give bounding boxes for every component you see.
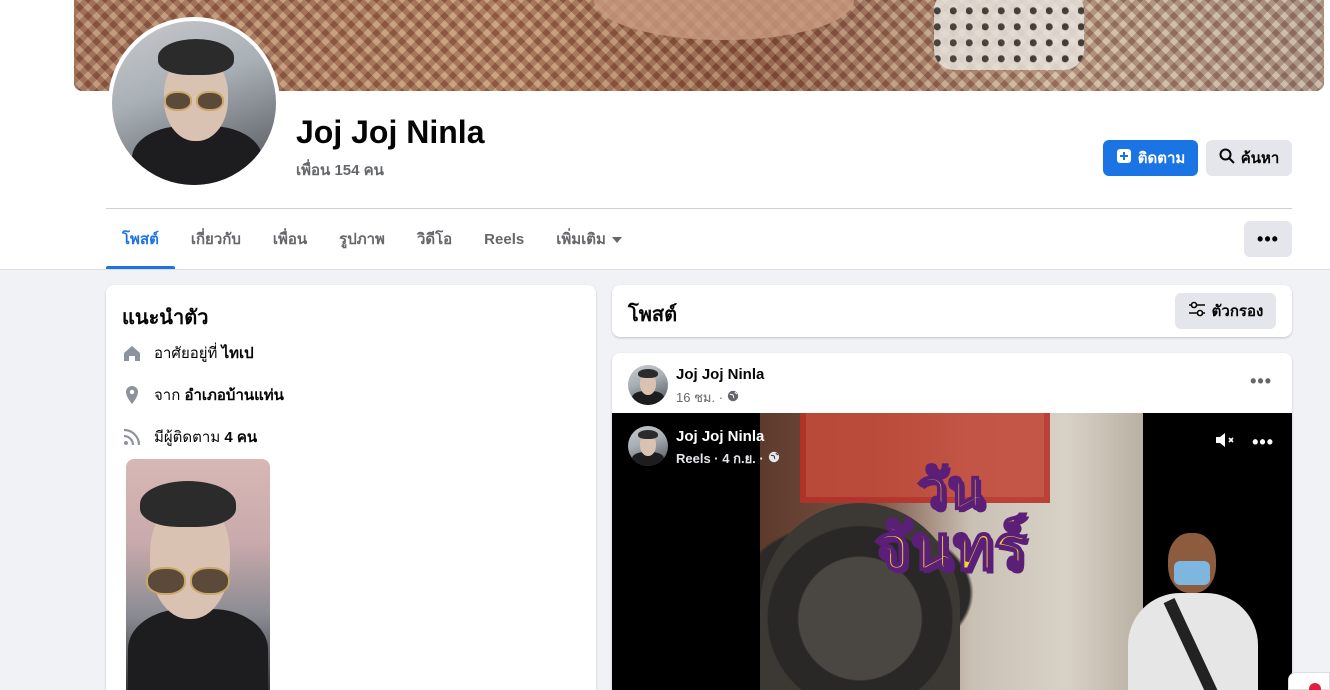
from-prefix: จาก	[154, 387, 185, 404]
profile-name: Joj Joj Ninla	[296, 114, 485, 150]
lives-value[interactable]: ไทเป	[222, 345, 254, 362]
reel-author-avatar[interactable]	[628, 426, 668, 466]
follow-plus-icon	[1116, 148, 1132, 168]
post-meta: 16 ชม. ·	[676, 387, 739, 408]
post-author-avatar[interactable]	[628, 365, 668, 405]
tab-reels[interactable]: Reels	[468, 210, 540, 268]
friends-count[interactable]: เพื่อน 154 คน	[296, 158, 384, 182]
video-controls: •••	[1214, 431, 1274, 454]
follow-button[interactable]: ติดตาม	[1103, 140, 1198, 176]
cover-leopard-fabric	[934, 0, 1084, 70]
profile-more-button[interactable]: •••	[1244, 221, 1292, 257]
from-value[interactable]: อำเภอบ้านแท่น	[184, 387, 283, 404]
cover-hand	[594, 0, 854, 40]
reel-menu-button[interactable]: •••	[1252, 432, 1274, 453]
profile-header: Joj Joj Ninla เพื่อน 154 คน ติดตาม ค้นหา…	[0, 0, 1330, 270]
notification-corner[interactable]	[1288, 672, 1330, 690]
tab-videos[interactable]: วิดีโอ	[401, 210, 468, 268]
intro-title: แนะนำตัว	[122, 307, 209, 329]
tab-about-label: เกี่ยวกับ	[190, 231, 241, 248]
tab-friends-label: เพื่อน	[272, 231, 308, 248]
featured-person	[126, 459, 270, 690]
followers-value[interactable]: 4 คน	[224, 429, 257, 446]
globe-icon	[727, 390, 739, 405]
posts-header-card: โพสต์ ตัวกรอง	[612, 285, 1292, 337]
tab-about[interactable]: เกี่ยวกับ	[175, 210, 257, 268]
caret-down-icon	[611, 237, 622, 243]
rss-followers-icon	[122, 427, 142, 447]
reel-date[interactable]: Reels · 4 ก.ย. ·	[676, 448, 764, 469]
search-label: ค้นหา	[1240, 150, 1280, 167]
filter-button[interactable]: ตัวกรอง	[1175, 293, 1276, 329]
search-button[interactable]: ค้นหา	[1206, 140, 1292, 176]
posts-title: โพสต์	[628, 304, 678, 326]
globe-icon	[768, 451, 780, 466]
intro-from-row: จาก อำเภอบ้านแท่น	[122, 383, 284, 407]
post-menu-button[interactable]: •••	[1250, 371, 1272, 392]
tab-more-label: เพิ่มเติม	[556, 231, 606, 248]
post-card: Joj Joj Ninla 16 ชม. · ••• วัน จันทร์ Jo…	[612, 353, 1292, 690]
profile-avatar[interactable]	[108, 17, 280, 189]
filter-sliders-icon	[1188, 301, 1206, 321]
location-pin-icon	[122, 385, 142, 405]
home-icon	[122, 343, 142, 363]
followers-prefix: มีผู้ติดตาม	[154, 429, 225, 446]
intro-lives-row: อาศัยอยู่ที่ ไทเป	[122, 341, 254, 365]
intro-followers-row: มีผู้ติดตาม 4 คน	[122, 425, 257, 449]
reel-author-name[interactable]: Joj Joj Ninla	[676, 428, 764, 445]
search-icon	[1219, 148, 1235, 168]
follow-label: ติดตาม	[1137, 150, 1186, 167]
reel-overlay-text: วัน จันทร์	[873, 458, 1028, 584]
tab-videos-label: วิดีโอ	[416, 231, 453, 248]
video-person	[1128, 533, 1258, 690]
header-divider	[106, 208, 1292, 209]
overlay-line2: จันทร์	[873, 511, 1028, 584]
profile-tabs: โพสต์ เกี่ยวกับ เพื่อน รูปภาพ วิดีโอ Ree…	[106, 210, 638, 270]
avatar-person	[112, 21, 276, 185]
tab-posts-label: โพสต์	[122, 231, 159, 248]
tab-photos[interactable]: รูปภาพ	[323, 210, 401, 268]
overlay-line1: วัน	[916, 458, 985, 521]
filter-label: ตัวกรอง	[1211, 303, 1264, 320]
tab-reels-label: Reels	[484, 230, 525, 248]
mute-icon[interactable]	[1214, 431, 1236, 454]
post-time[interactable]: 16 ชม. ·	[676, 387, 723, 408]
notification-dot-icon	[1309, 683, 1321, 690]
tab-posts[interactable]: โพสต์	[106, 210, 175, 269]
reel-video[interactable]: วัน จันทร์ Joj Joj Ninla Reels · 4 ก.ย. …	[612, 413, 1292, 690]
tab-more[interactable]: เพิ่มเติม	[540, 210, 638, 268]
post-author-name[interactable]: Joj Joj Ninla	[676, 366, 764, 383]
reel-meta: Reels · 4 ก.ย. ·	[676, 448, 780, 469]
lives-prefix: อาศัยอยู่ที่	[154, 345, 222, 362]
tab-photos-label: รูปภาพ	[339, 231, 385, 248]
tab-friends[interactable]: เพื่อน	[257, 210, 323, 268]
intro-card: แนะนำตัว อาศัยอยู่ที่ ไทเป จาก อำเภอบ้าน…	[106, 285, 596, 690]
featured-photo[interactable]	[126, 459, 270, 690]
